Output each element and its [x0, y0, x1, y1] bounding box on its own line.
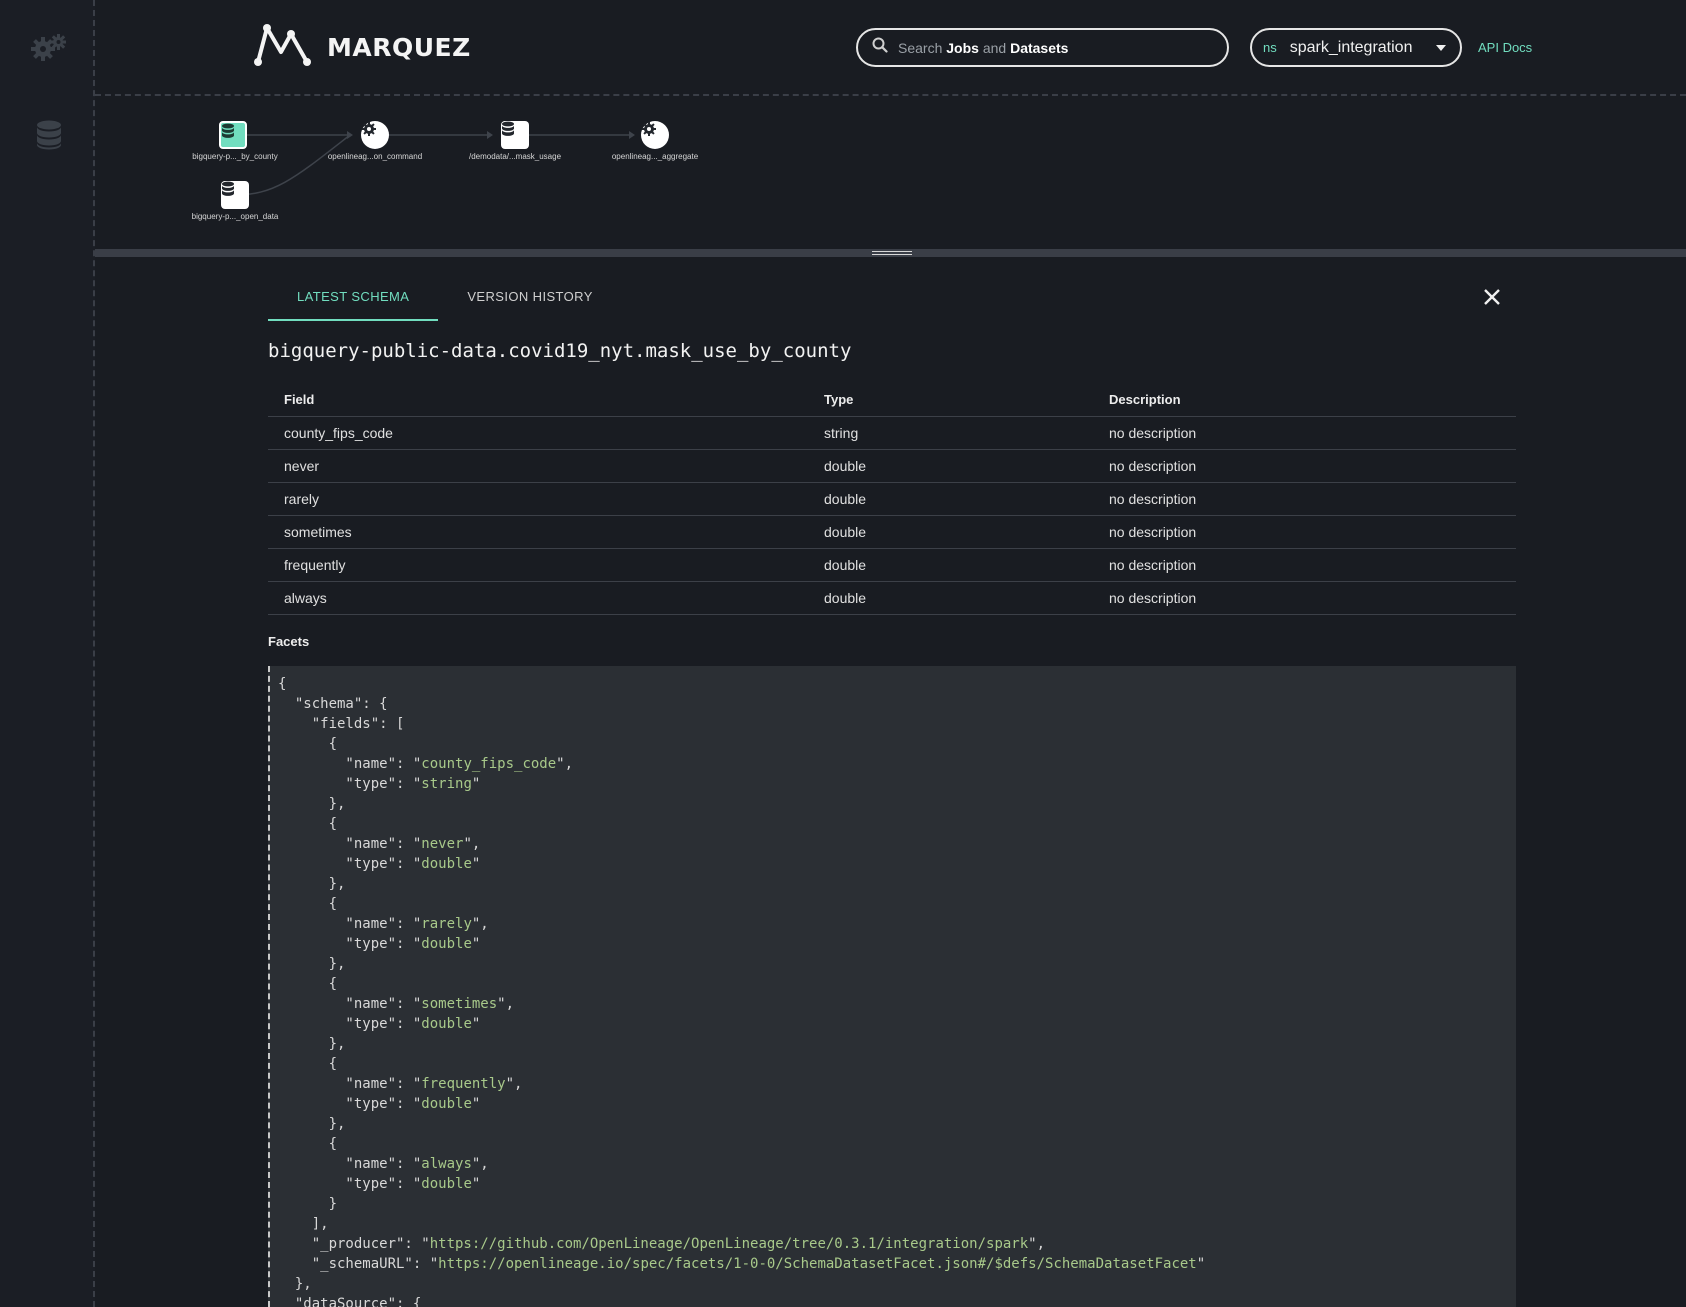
drag-handle[interactable] [872, 251, 912, 255]
description-cell: no description [1093, 416, 1516, 450]
facets-label: Facets [268, 634, 310, 649]
schema-table: Field Type Description county_fips_code … [268, 383, 1516, 615]
detail-tabs: LATEST SCHEMA VERSION HISTORY [268, 276, 622, 321]
sidebar [0, 0, 95, 1307]
table-row: rarely double no description [268, 482, 1516, 516]
gear-icon [30, 32, 68, 67]
marquez-logo-icon [253, 22, 315, 73]
lineage-node-label: openlineag..._aggregate [611, 152, 699, 161]
table-header-row: Field Type Description [268, 383, 1516, 417]
database-icon [36, 120, 62, 155]
api-docs-link[interactable]: API Docs [1478, 40, 1532, 55]
lineage-node-label: /demodata/...mask_usage [468, 152, 562, 161]
description-cell: no description [1093, 581, 1516, 615]
table-row: sometimes double no description [268, 515, 1516, 549]
lineage-node-dataset[interactable] [501, 121, 529, 149]
field-cell: never [268, 449, 808, 483]
description-cell: no description [1093, 548, 1516, 582]
table-row: never double no description [268, 449, 1516, 483]
field-cell: frequently [268, 548, 808, 582]
table-row: always double no description [268, 581, 1516, 615]
logo[interactable]: MARQUEZ [253, 22, 471, 73]
lineage-node-label: openlineag...on_command [327, 152, 423, 161]
lineage-node-job[interactable] [361, 121, 389, 149]
table-row: county_fips_code string no description [268, 416, 1516, 450]
facets-json-code: { "schema": { "fields": [ { "name": "cou… [278, 676, 1206, 1307]
namespace-prefix: ns [1263, 40, 1277, 55]
lineage-node-label: bigquery-p..._open_data [191, 212, 279, 221]
search-icon [872, 37, 888, 58]
field-cell: county_fips_code [268, 416, 808, 450]
field-cell: rarely [268, 482, 808, 516]
dataset-title: bigquery-public-data.covid19_nyt.mask_us… [268, 340, 852, 362]
tab-latest-schema[interactable]: LATEST SCHEMA [268, 276, 439, 321]
description-cell: no description [1093, 515, 1516, 549]
column-header-description: Description [1093, 383, 1516, 417]
column-header-field: Field [268, 383, 808, 417]
type-cell: double [808, 581, 1093, 615]
lineage-node-label: bigquery-p..._by_county [192, 152, 278, 161]
description-cell: no description [1093, 482, 1516, 516]
tab-version-history[interactable]: VERSION HISTORY [438, 276, 621, 321]
sidebar-item-datasets[interactable] [28, 116, 70, 158]
lineage-graph[interactable]: bigquery-p..._by_county openlineag...on_… [95, 98, 1686, 249]
lineage-node-dataset[interactable] [219, 121, 247, 149]
field-cell: always [268, 581, 808, 615]
type-cell: double [808, 449, 1093, 483]
caret-down-icon [1436, 45, 1446, 51]
type-cell: double [808, 515, 1093, 549]
facets-json-viewer[interactable]: { "schema": { "fields": [ { "name": "cou… [268, 666, 1516, 1307]
close-button[interactable] [1481, 286, 1503, 308]
namespace-select[interactable]: ns spark_integration [1250, 28, 1462, 67]
lineage-node-job[interactable] [641, 121, 669, 149]
type-cell: string [808, 416, 1093, 450]
table-row: frequently double no description [268, 548, 1516, 582]
column-header-type: Type [808, 383, 1093, 417]
header: MARQUEZ Search Jobs and Datasets ns spar… [95, 0, 1686, 96]
type-cell: double [808, 482, 1093, 516]
search-placeholder: Search Jobs and Datasets [898, 39, 1069, 56]
logo-text: MARQUEZ [327, 33, 471, 62]
namespace-value: spark_integration [1289, 38, 1413, 56]
type-cell: double [808, 548, 1093, 582]
field-cell: sometimes [268, 515, 808, 549]
description-cell: no description [1093, 449, 1516, 483]
lineage-node-dataset[interactable] [221, 181, 249, 209]
sidebar-item-jobs[interactable] [28, 28, 70, 70]
search-input[interactable]: Search Jobs and Datasets [856, 28, 1229, 67]
close-icon [1481, 289, 1503, 312]
